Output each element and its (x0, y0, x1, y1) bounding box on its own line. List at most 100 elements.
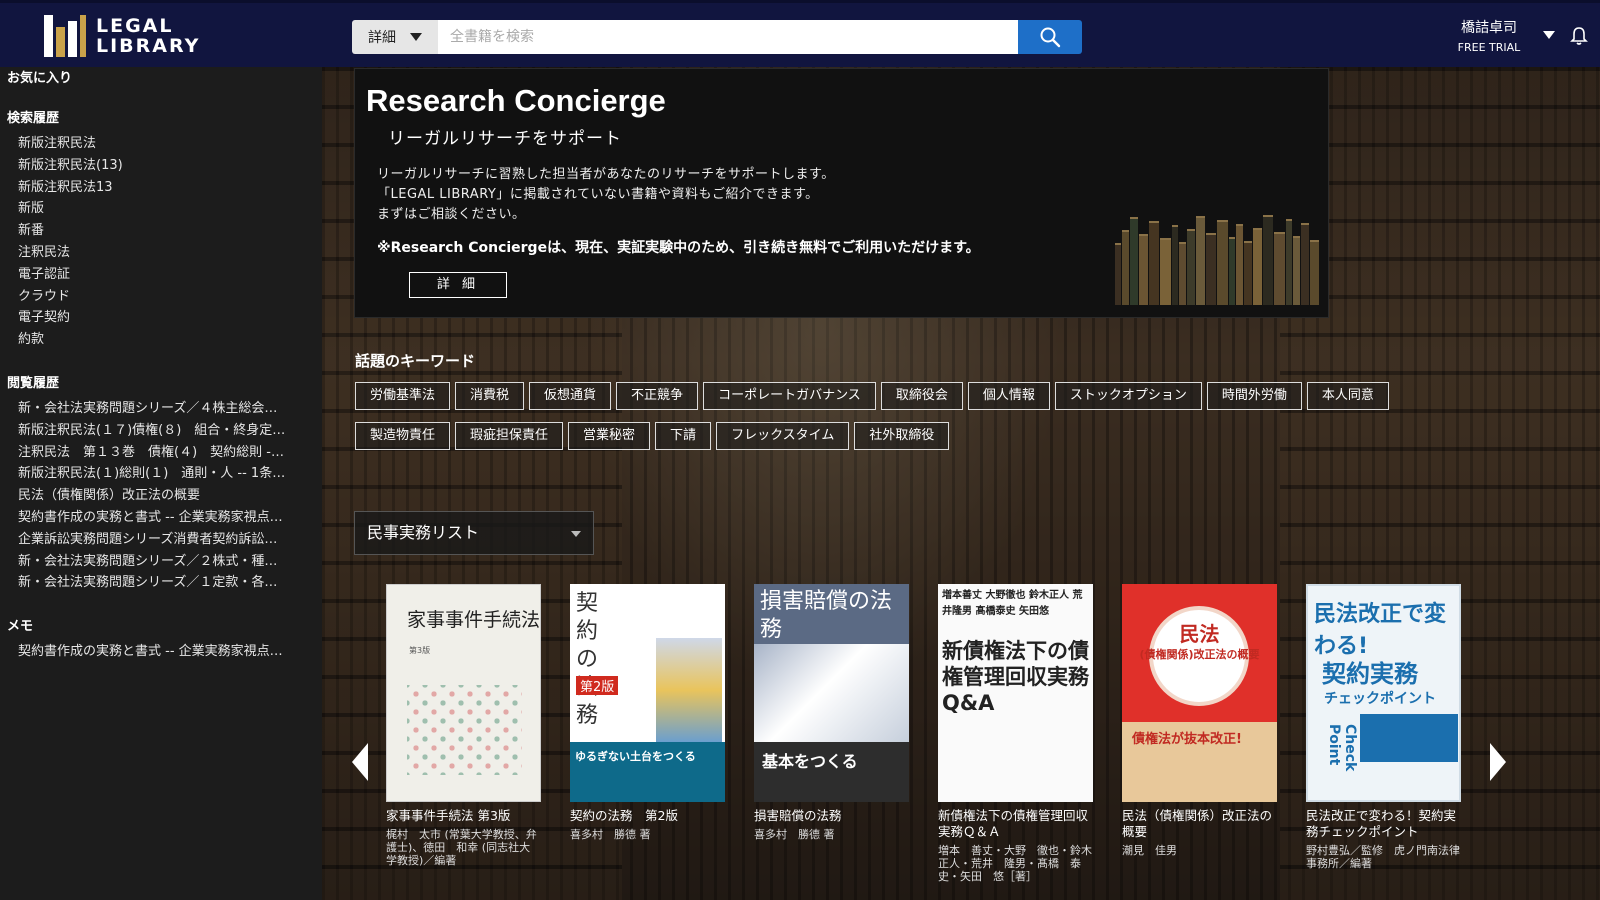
bell-icon[interactable] (1568, 25, 1590, 47)
keyword-tag[interactable]: 仮想通貨 (529, 382, 612, 410)
cover-authors: 増本善丈 大野徹也 鈴木正人 荒井隆男 髙橋泰史 矢田悠 (942, 590, 1083, 617)
concierge-detail-button[interactable]: 詳 細 (409, 272, 507, 298)
keyword-tag[interactable]: 社外取締役 (854, 422, 950, 450)
keyword-tag[interactable]: 下請 (655, 422, 712, 450)
keyword-tag[interactable]: 消費税 (455, 382, 525, 410)
keyword-tag[interactable]: 労働基準法 (355, 382, 451, 410)
search-history-item[interactable]: 新番 (0, 220, 322, 242)
carousel-next-arrow-icon[interactable] (1488, 743, 1508, 781)
search-history-item[interactable]: 電子契約 (0, 307, 322, 329)
book-title[interactable]: 契約の法務 第2版 (570, 808, 725, 824)
keyword-tag[interactable]: コーポレートガバナンス (703, 382, 876, 410)
search-history-item[interactable]: 約款 (0, 329, 322, 351)
book-spine (1196, 216, 1205, 305)
book-spine (1172, 225, 1178, 305)
cover-subtitle: 第3版 (409, 646, 431, 655)
cover-title: 新債権法下の債権管理回収実務Q&A (942, 639, 1089, 715)
book-spine (1236, 224, 1243, 305)
search-button[interactable] (1018, 20, 1082, 54)
favorites-heading[interactable]: お気に入り (0, 69, 322, 89)
book-cover[interactable]: 契約の法務 第2版 ゆるぎない土台をつくる (570, 584, 725, 802)
book-spine (1217, 220, 1228, 305)
memo-item[interactable]: 契約書作成の実務と書式 -- 企業実務家視点… (0, 641, 322, 663)
keyword-tag[interactable]: 個人情報 (967, 382, 1050, 410)
book-title[interactable]: 家事事件手続法 第3版 (386, 808, 541, 824)
keyword-tag[interactable]: フレックスタイム (716, 422, 850, 450)
carousel-prev-arrow-icon[interactable] (350, 743, 370, 781)
book-cover[interactable]: 増本善丈 大野徹也 鈴木正人 荒井隆男 髙橋泰史 矢田悠 新債権法下の債権管理回… (938, 584, 1093, 802)
keyword-tag[interactable]: 本人同意 (1306, 382, 1389, 410)
book-title[interactable]: 民法（債権関係）改正法の概要 (1122, 808, 1277, 840)
keyword-tag[interactable]: 製造物責任 (355, 422, 451, 450)
view-history-item[interactable]: 契約書作成の実務と書式 -- 企業実務家視点… (0, 507, 322, 529)
book-spine (1263, 215, 1273, 305)
view-history-item[interactable]: 新・会社法実務問題シリーズ／１定款・各… (0, 572, 322, 594)
book-card[interactable]: 民法改正で変わる! 契約実務 チェックポイント Check Point 民法改正… (1306, 584, 1461, 870)
keyword-tag[interactable]: 営業秘密 (568, 422, 651, 450)
search-history-item[interactable]: 新版 (0, 198, 322, 220)
search-history-heading: 検索履歴 (7, 111, 60, 126)
view-history-item[interactable]: 新版注釈民法(１７)債権(８) 組合・終身定… (0, 420, 322, 442)
cover-pattern (407, 685, 522, 775)
legal-library-logo[interactable]: LEGAL LIBRARY (44, 11, 200, 61)
cover-title: 損害賠償の法務 (760, 589, 893, 642)
book-title[interactable]: 民法改正で変わる！契約実務チェックポイント (1306, 808, 1461, 840)
book-card[interactable]: 民法 (債権関係)改正法の概要 債権法が抜本改正! 民法（債権関係）改正法の概要… (1122, 584, 1277, 857)
keyword-tag[interactable]: 時間外労働 (1206, 382, 1302, 410)
book-title[interactable]: 損害賠償の法務 (754, 808, 909, 824)
list-select-dropdown[interactable]: 民事実務リスト (354, 511, 594, 555)
book-spine (1229, 237, 1235, 305)
cover-title: 民法 (1179, 622, 1220, 646)
book-cover[interactable]: 家事事件手続法 第3版 (386, 584, 541, 802)
search-history-item[interactable]: 新版注釈民法(13) (0, 155, 322, 177)
book-cover[interactable]: 民法改正で変わる! 契約実務 チェックポイント Check Point (1306, 584, 1461, 802)
keyword-tag[interactable]: 取締役会 (880, 382, 963, 410)
search-history-item[interactable]: 注釈民法 (0, 242, 322, 264)
concierge-title: Research Concierge (366, 83, 666, 118)
book-cover[interactable]: 民法 (債権関係)改正法の概要 債権法が抜本改正! (1122, 584, 1277, 802)
main-content: Research Concierge リーガルリサーチをサポート リーガルリサー… (322, 67, 1600, 900)
book-author: 喜多村 勝德 著 (570, 828, 651, 841)
cover-title: 民法改正で変わる! (1314, 602, 1447, 659)
book-cover[interactable]: 損害賠償の法務 基本をつくる (754, 584, 909, 802)
search-scope-dropdown[interactable]: 詳細 (352, 20, 438, 54)
book-card[interactable]: 損害賠償の法務 基本をつくる 損害賠償の法務 喜多村 勝德 著 (754, 584, 909, 841)
search-history-item[interactable]: 新版注釈民法13 (0, 177, 322, 199)
view-history-item[interactable]: 民法（債権関係）改正法の概要 (0, 485, 322, 507)
book-author: 潮見 佳男 (1122, 844, 1177, 857)
search-input[interactable] (438, 20, 1018, 54)
cover-checkpoint: Check Point (1326, 724, 1358, 772)
book-card[interactable]: 増本善丈 大野徹也 鈴木正人 荒井隆男 髙橋泰史 矢田悠 新債権法下の債権管理回… (938, 584, 1103, 883)
view-history-item[interactable]: 新・会社法実務問題シリーズ／４株主総会… (0, 398, 322, 420)
book-spine (1253, 228, 1262, 305)
view-history-item[interactable]: 企業訴訟実務問題シリーズ消費者契約訴訟… (0, 529, 322, 551)
search-history-item[interactable]: 電子認証 (0, 264, 322, 286)
search-scope-label: 詳細 (368, 30, 396, 46)
book-card[interactable]: 契約の法務 第2版 ゆるぎない土台をつくる 契約の法務 第2版 喜多村 勝德 著 (570, 584, 725, 841)
book-spine (1139, 234, 1148, 305)
user-menu[interactable]: 橋詰卓司 FREE TRIAL (1444, 17, 1534, 54)
user-menu-caret-icon[interactable] (1543, 31, 1555, 39)
keyword-list: 労働基準法 消費税 仮想通貨 不正競争 コーポレートガバナンス 取締役会 個人情報 ストックオ… (355, 382, 1455, 450)
book-spine (1149, 221, 1159, 305)
concierge-note: ※Research Conciergeは、現在、実証実験中のため、引き続き無料で… (377, 240, 980, 256)
book-title[interactable]: 新債権法下の債権管理回収実務Ｑ＆Ａ (938, 808, 1093, 840)
view-history-item[interactable]: 新版注釈民法(１)総則(１) 通則・人 -- 1条… (0, 463, 322, 485)
keyword-tag[interactable]: 瑕疵担保責任 (455, 422, 564, 450)
book-card[interactable]: 家事事件手続法 第3版 家事事件手続法 第3版 梶村 太市 (常葉大学教授、弁護… (386, 584, 541, 867)
keyword-tag[interactable]: 不正競争 (616, 382, 699, 410)
cover-title-2: 契約実務 (1322, 660, 1418, 688)
book-spine (1160, 238, 1171, 305)
search-history-item[interactable]: クラウド (0, 286, 322, 308)
top-header: LEGAL LIBRARY 詳細 橋詰卓司 FREE TRIAL (0, 0, 1600, 67)
cover-image (754, 644, 909, 742)
book-author: 喜多村 勝德 著 (754, 828, 835, 841)
view-history-item[interactable]: 注釈民法 第１３巻 債権(４) 契約総則 -… (0, 442, 322, 464)
keyword-tag[interactable]: ストックオプション (1054, 382, 1202, 410)
book-spine (1286, 219, 1292, 305)
concierge-subtitle: リーガルリサーチをサポート (388, 129, 622, 149)
research-concierge-banner: Research Concierge リーガルリサーチをサポート リーガルリサー… (354, 68, 1329, 318)
search-icon (1040, 27, 1061, 48)
search-history-item[interactable]: 新版注釈民法 (0, 133, 322, 155)
view-history-item[interactable]: 新・会社法実務問題シリーズ／２株式・種… (0, 551, 322, 573)
